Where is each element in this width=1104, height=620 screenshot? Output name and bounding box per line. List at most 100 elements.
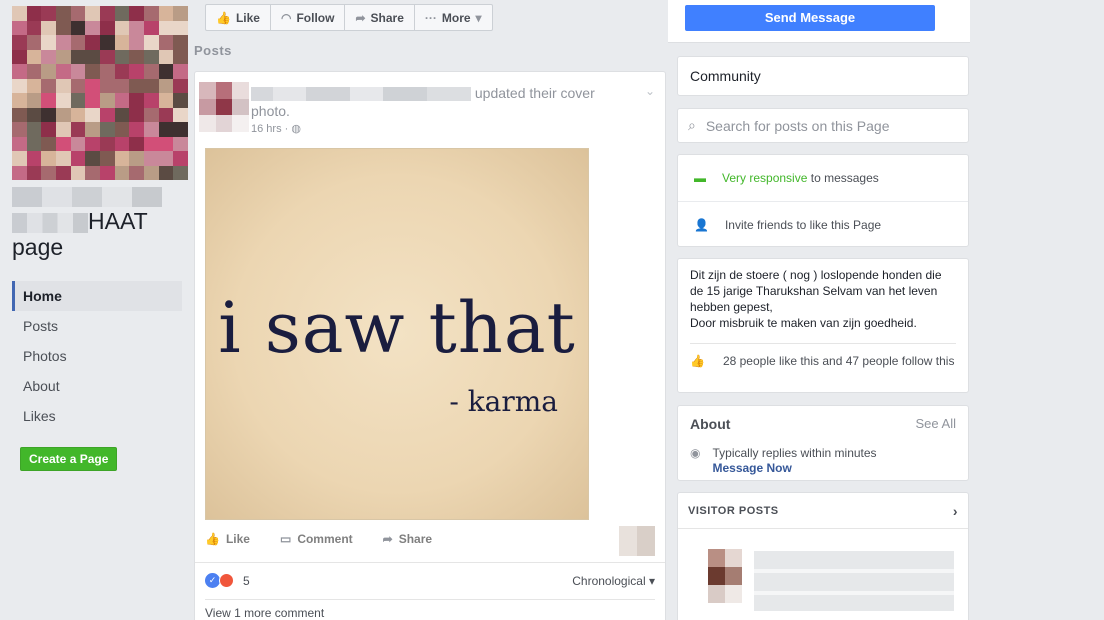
- share-arrow-icon: ➦: [355, 10, 366, 25]
- mosaic-tile: [26, 107, 42, 122]
- mosaic-tile: [100, 165, 115, 180]
- mosaic-tile: [144, 93, 159, 108]
- share-page-button[interactable]: ➦ Share: [345, 5, 415, 30]
- mosaic-tile: [85, 107, 100, 122]
- responsive-rest: to messages: [810, 171, 879, 185]
- nav-item-photos[interactable]: Photos: [12, 341, 182, 371]
- visitor-posts-box: VISITOR POSTS ›: [677, 492, 969, 620]
- post-timestamp[interactable]: 16 hrs · ◍: [251, 122, 301, 135]
- mosaic-tile: [41, 20, 56, 35]
- search-posts-box: ⌕ Search for posts on this Page: [677, 108, 969, 143]
- mosaic-tile: [173, 93, 188, 108]
- mosaic-tile: [114, 107, 130, 122]
- mosaic-tile: [173, 136, 188, 151]
- nav-item-about[interactable]: About: [12, 371, 182, 401]
- message-bubble-icon: ▬: [694, 171, 706, 185]
- view-more-comments-link[interactable]: View 1 more comment: [205, 606, 324, 620]
- profile-picture[interactable]: [12, 6, 188, 180]
- post-author-name-blurred[interactable]: [251, 87, 471, 102]
- mosaic-tile: [144, 122, 159, 137]
- mosaic-tile: [12, 151, 27, 166]
- mosaic-tile: [100, 6, 115, 21]
- post-options-chevron-icon[interactable]: ⌄: [645, 84, 655, 98]
- mosaic-tile: [114, 136, 130, 151]
- post-like-button[interactable]: 👍 Like: [205, 532, 250, 546]
- message-now-link[interactable]: Message Now: [712, 461, 876, 476]
- send-message-button[interactable]: Send Message: [685, 5, 935, 31]
- community-link[interactable]: Community: [677, 56, 969, 96]
- post-as-avatar[interactable]: [619, 526, 655, 556]
- page-description: Dit zijn de stoere ( nog ) loslopende ho…: [690, 268, 942, 314]
- reactions-summary[interactable]: ✓ 5: [205, 573, 250, 588]
- post-comment-button[interactable]: ▭ Comment: [280, 532, 353, 546]
- mosaic-tile: [26, 122, 42, 137]
- mosaic-tile: [144, 49, 159, 64]
- mosaic-tile: [144, 35, 159, 50]
- mosaic-tile: [158, 6, 174, 21]
- search-posts-input[interactable]: Search for posts on this Page: [706, 118, 890, 134]
- blurred-name: [12, 212, 88, 233]
- mosaic-tile: [56, 93, 71, 108]
- comments-divider: [205, 599, 655, 600]
- follow-button[interactable]: ◠ Follow: [271, 5, 346, 30]
- post-comment-label: Comment: [297, 532, 353, 546]
- mosaic-tile: [26, 64, 42, 79]
- about-see-all-link[interactable]: See All: [916, 416, 956, 432]
- visitor-posts-title: VISITOR POSTS: [688, 504, 779, 517]
- page-likes-row: 👍 28 people like this and 47 people foll…: [690, 343, 956, 369]
- reply-time-text: Typically replies within minutes: [712, 446, 877, 460]
- mosaic-tile: [158, 20, 174, 35]
- post-image[interactable]: i saw that - karma: [205, 148, 589, 520]
- mosaic-tile: [129, 49, 144, 64]
- mosaic-tile: [85, 78, 100, 93]
- mosaic-tile: [100, 107, 115, 122]
- mosaic-tile: [56, 165, 71, 180]
- mosaic-tile: [173, 122, 188, 137]
- mosaic-tile: [173, 107, 188, 122]
- mosaic-tile: [56, 20, 71, 35]
- mosaic-tile: [56, 122, 71, 137]
- nav-item-likes[interactable]: Likes: [12, 401, 182, 431]
- mosaic-tile: [70, 151, 86, 166]
- like-page-button[interactable]: 👍 Like: [206, 5, 271, 30]
- caret-down-icon: ▾: [648, 573, 655, 588]
- mosaic-tile: [12, 64, 27, 79]
- page-action-bar: 👍 Like ◠ Follow ➦ Share ··· More ▾: [205, 4, 493, 31]
- mosaic-tile: [129, 107, 144, 122]
- post-author-avatar[interactable]: [199, 82, 249, 132]
- page-nav: Home Posts Photos About Likes: [12, 281, 182, 431]
- visitor-avatar[interactable]: [708, 549, 742, 603]
- mosaic-tile: [70, 165, 86, 180]
- mosaic-tile: [158, 151, 174, 166]
- nav-item-home[interactable]: Home: [12, 281, 182, 311]
- posts-section-title: Posts: [194, 43, 232, 58]
- mosaic-tile: [144, 20, 159, 35]
- more-button[interactable]: ··· More ▾: [415, 5, 492, 30]
- comment-sort-dropdown[interactable]: Chronological ▾: [572, 574, 655, 588]
- mosaic-tile: [129, 35, 144, 50]
- page-title[interactable]: HAAT page: [12, 182, 182, 260]
- responsive-highlight: Very responsive: [722, 171, 808, 185]
- mosaic-tile: [70, 93, 86, 108]
- mosaic-tile: [173, 151, 188, 166]
- mosaic-tile: [85, 93, 100, 108]
- responsiveness-row: ▬ Very responsive to messages: [678, 155, 968, 201]
- mosaic-tile: [158, 78, 174, 93]
- mosaic-tile: [158, 64, 174, 79]
- mosaic-tile: [144, 78, 159, 93]
- mosaic-tile: [70, 6, 86, 21]
- visitor-posts-header[interactable]: VISITOR POSTS ›: [678, 493, 968, 529]
- mosaic-tile: [12, 122, 27, 137]
- caret-down-icon: ▾: [475, 10, 482, 25]
- mosaic-tile: [41, 107, 56, 122]
- comment-sort-label: Chronological: [572, 573, 646, 588]
- create-page-button[interactable]: Create a Page: [20, 447, 118, 471]
- mosaic-tile: [56, 35, 71, 50]
- mosaic-tile: [26, 20, 42, 35]
- mosaic-tile: [114, 93, 130, 108]
- profile-picture-mosaic: [12, 6, 188, 180]
- nav-item-posts[interactable]: Posts: [12, 311, 182, 341]
- invite-friends-row[interactable]: 👤 Invite friends to like this Page: [678, 201, 968, 247]
- thumbs-up-icon: 👍: [690, 354, 705, 368]
- post-share-button[interactable]: ➦ Share: [383, 532, 432, 546]
